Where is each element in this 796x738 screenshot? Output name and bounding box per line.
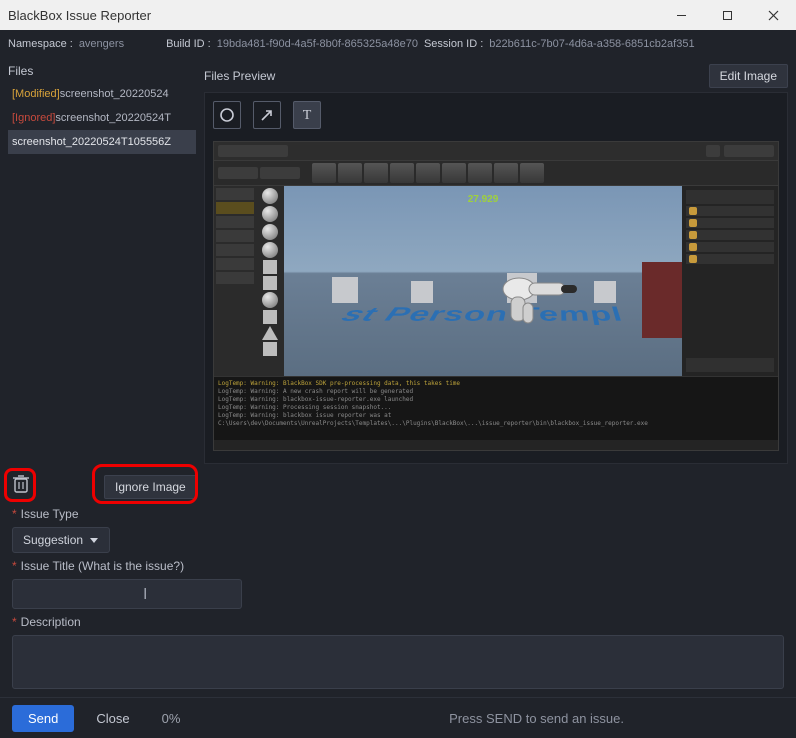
console-line: LogTemp: Warning: BlackBox SDK pre-proce… [218, 380, 774, 388]
window-title: BlackBox Issue Reporter [8, 8, 151, 23]
annotation-toolbar: T [213, 101, 321, 129]
first-person-gun [491, 267, 581, 327]
issue-form: *Issue Type Suggestion *Issue Title (Wha… [0, 503, 796, 697]
text-tool[interactable]: T [293, 101, 321, 129]
file-actions-row: Ignore Image [0, 468, 796, 503]
console-line: LogTemp: Warning: blackbox issue reporte… [218, 412, 774, 428]
files-heading: Files [8, 64, 196, 78]
session-id-label: Session ID : [424, 38, 483, 50]
ue-outliner-panel [682, 186, 778, 376]
circle-tool[interactable] [213, 101, 241, 129]
ue-output-log: LogTemp: Warning: BlackBox SDK pre-proce… [214, 376, 778, 450]
preview-heading: Files Preview [204, 69, 709, 83]
file-status-tag: [Modified] [12, 88, 60, 100]
issue-title-label: *Issue Title (What is the issue?) [12, 559, 784, 573]
arrow-tool[interactable] [253, 101, 281, 129]
window-maximize-button[interactable] [704, 0, 750, 30]
maximize-icon [722, 10, 733, 21]
arrow-icon [259, 107, 275, 123]
file-name: screenshot_20220524T105556Z [12, 136, 171, 148]
session-id-value: b22b611c-7b07-4d6a-a358-6851cb2af351 [489, 38, 694, 50]
console-line: LogTemp: Warning: Processing session sna… [218, 404, 774, 412]
text-icon: T [299, 107, 315, 123]
title-bar: BlackBox Issue Reporter [0, 0, 796, 30]
issue-type-value: Suggestion [23, 533, 83, 547]
progress-percent: 0% [162, 711, 181, 726]
text-cursor-icon: I [143, 586, 147, 604]
preview-panel: Files Preview Edit Image T [200, 58, 796, 468]
minimize-icon [676, 10, 687, 21]
app-window: BlackBox Issue Reporter Namespace : aven… [0, 0, 796, 738]
file-list-item[interactable]: [Modified] screenshot_20220524 [8, 82, 196, 106]
footer-bar: Send Close 0% Press SEND to send an issu… [0, 697, 796, 738]
send-button[interactable]: Send [12, 705, 74, 732]
ue-score-text: 27.929 [468, 194, 499, 205]
svg-text:T: T [303, 108, 312, 123]
description-input[interactable] [12, 635, 784, 689]
ue-mode-panel [214, 186, 256, 376]
file-status-tag: [Ignored] [12, 112, 55, 124]
console-line: LogTemp: Warning: blackbox-issue-reporte… [218, 396, 774, 404]
window-close-button[interactable] [750, 0, 796, 30]
file-list-item[interactable]: [Ignored] screenshot_20220524T [8, 106, 196, 130]
window-minimize-button[interactable] [658, 0, 704, 30]
ue-toolbar [214, 160, 778, 186]
console-line: LogTemp: Warning: A new crash report wil… [218, 388, 774, 396]
namespace-value: avengers [79, 38, 124, 50]
ue-floor-text: st Person Templ [336, 304, 630, 326]
circle-icon [219, 107, 235, 123]
files-list: [Modified] screenshot_20220524[Ignored] … [8, 82, 196, 464]
ue-primitive-picker [256, 186, 284, 376]
file-list-item[interactable]: screenshot_20220524T105556Z [8, 130, 196, 154]
screenshot-content: 27.929 st Person Templ [213, 141, 779, 451]
chevron-down-icon [89, 535, 99, 545]
footer-hint: Press SEND to send an issue. [449, 711, 784, 726]
namespace-label: Namespace : [8, 38, 73, 50]
issue-type-select[interactable]: Suggestion [12, 527, 110, 553]
ue-menubar [214, 142, 778, 160]
files-panel: Files [Modified] screenshot_20220524[Ign… [0, 58, 200, 468]
issue-title-input[interactable]: I [12, 579, 242, 609]
edit-image-button[interactable]: Edit Image [709, 64, 788, 88]
close-icon [768, 10, 779, 21]
close-button[interactable]: Close [88, 705, 137, 732]
issue-type-label: *Issue Type [12, 507, 784, 521]
build-id-label: Build ID : [166, 38, 211, 50]
build-id-value: 19bda481-f90d-4a5f-8b0f-865325a48e70 [217, 38, 418, 50]
trash-icon [12, 474, 30, 494]
delete-image-button[interactable] [12, 474, 30, 499]
file-name: screenshot_20220524 [60, 88, 169, 100]
file-name: screenshot_20220524T [55, 112, 171, 124]
ignore-image-button[interactable]: Ignore Image [104, 475, 197, 499]
description-label: *Description [12, 615, 784, 629]
ue-viewport: 27.929 st Person Templ [284, 186, 682, 376]
meta-bar: Namespace : avengers Build ID : 19bda481… [0, 30, 796, 58]
preview-canvas: T [204, 92, 788, 464]
